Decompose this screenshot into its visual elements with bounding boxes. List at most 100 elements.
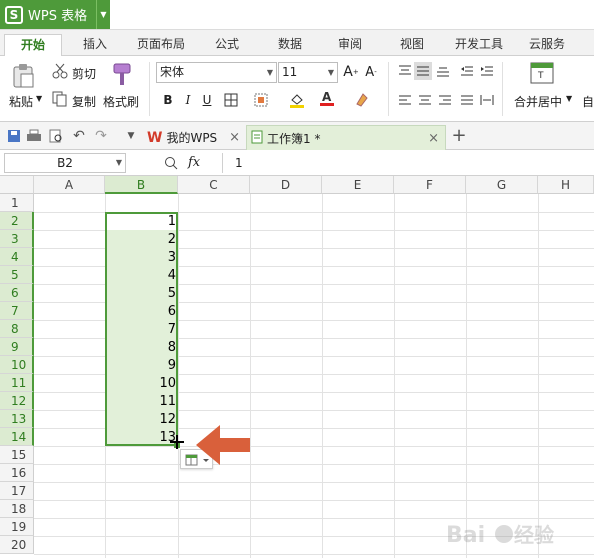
- copy-icon[interactable]: [52, 91, 68, 107]
- formula-input[interactable]: 1: [222, 153, 594, 173]
- cell-b2[interactable]: 1: [105, 213, 176, 231]
- cut-label[interactable]: 剪切: [72, 65, 96, 82]
- row-header[interactable]: 2: [0, 212, 34, 230]
- row-header[interactable]: 7: [0, 302, 34, 320]
- align-top-icon[interactable]: [396, 62, 414, 80]
- undo-icon[interactable]: ↶: [70, 127, 88, 145]
- align-left-icon[interactable]: [396, 91, 414, 109]
- chevron-down-icon[interactable]: ▼: [36, 94, 42, 103]
- row-header[interactable]: 5: [0, 266, 34, 284]
- font-color-icon[interactable]: A: [318, 89, 336, 107]
- clear-format-icon[interactable]: [352, 91, 370, 109]
- row-header[interactable]: 10: [0, 356, 34, 374]
- row-header[interactable]: 4: [0, 248, 34, 266]
- chevron-down-icon[interactable]: ▼: [96, 0, 110, 29]
- justify-icon[interactable]: [458, 91, 476, 109]
- cell-b5[interactable]: 4: [105, 267, 176, 285]
- align-right-icon[interactable]: [436, 91, 454, 109]
- tab-page-layout[interactable]: 页面布局: [130, 34, 192, 56]
- increase-font-icon[interactable]: A +: [342, 63, 360, 81]
- column-header-b[interactable]: B: [105, 176, 178, 194]
- font-name-select[interactable]: 宋体 ▼: [156, 62, 277, 83]
- row-header[interactable]: 16: [0, 464, 34, 482]
- underline-icon[interactable]: U: [198, 91, 216, 109]
- cell-b14[interactable]: 13: [105, 429, 176, 447]
- tab-workbook1[interactable]: 工作簿1 * ×: [246, 125, 446, 150]
- app-menu-button[interactable]: S WPS 表格 ▼: [0, 0, 110, 29]
- distributed-icon[interactable]: [478, 91, 496, 109]
- spreadsheet-grid[interactable]: A B C D E F G H 1 2 3 4 5 6 7 8 9 10 11 …: [0, 176, 594, 558]
- row-header[interactable]: 14: [0, 428, 34, 446]
- cell-b3[interactable]: 2: [105, 231, 176, 249]
- italic-icon[interactable]: I: [179, 91, 197, 109]
- cell-b4[interactable]: 3: [105, 249, 176, 267]
- merge-cells-icon[interactable]: [252, 91, 270, 109]
- row-header[interactable]: 8: [0, 320, 34, 338]
- column-header-e[interactable]: E: [322, 176, 394, 194]
- decrease-indent-icon[interactable]: [458, 62, 476, 80]
- column-header-a[interactable]: A: [34, 176, 105, 194]
- add-tab-button[interactable]: +: [450, 125, 468, 146]
- column-header-f[interactable]: F: [394, 176, 466, 194]
- column-header-d[interactable]: D: [250, 176, 322, 194]
- increase-indent-icon[interactable]: [478, 62, 496, 80]
- cell-b11[interactable]: 10: [105, 375, 176, 393]
- cell-b12[interactable]: 11: [105, 393, 176, 411]
- tab-view[interactable]: 视图: [390, 34, 434, 56]
- copy-label[interactable]: 复制: [72, 93, 96, 110]
- auto-wrap-label[interactable]: 自: [582, 93, 594, 110]
- fill-color-icon[interactable]: [288, 91, 306, 109]
- scissors-icon[interactable]: [52, 63, 68, 79]
- paste-label[interactable]: 粘贴: [9, 93, 33, 110]
- tab-review[interactable]: 审阅: [328, 34, 372, 56]
- row-header[interactable]: 15: [0, 446, 34, 464]
- tab-developer[interactable]: 开发工具: [448, 34, 510, 56]
- column-header-g[interactable]: G: [466, 176, 538, 194]
- column-header-h[interactable]: H: [538, 176, 594, 194]
- row-header[interactable]: 9: [0, 338, 34, 356]
- borders-icon[interactable]: [222, 91, 240, 109]
- bold-icon[interactable]: B: [159, 91, 177, 109]
- cell-b8[interactable]: 7: [105, 321, 176, 339]
- select-all-corner[interactable]: [0, 176, 34, 194]
- print-preview-icon[interactable]: [47, 127, 65, 145]
- decrease-font-icon[interactable]: A-: [362, 63, 380, 81]
- tab-my-wps[interactable]: W 我的WPS ×: [143, 125, 246, 150]
- close-icon[interactable]: ×: [428, 131, 439, 146]
- chevron-down-icon[interactable]: ▼: [566, 94, 572, 103]
- row-header[interactable]: 19: [0, 518, 34, 536]
- column-header-c[interactable]: C: [178, 176, 250, 194]
- paste-icon[interactable]: [10, 62, 36, 90]
- row-header[interactable]: 3: [0, 230, 34, 248]
- name-box[interactable]: B2 ▼: [4, 153, 126, 173]
- font-size-select[interactable]: 11 ▼: [278, 62, 338, 83]
- cell-b9[interactable]: 8: [105, 339, 176, 357]
- merge-center-icon[interactable]: T: [530, 62, 554, 84]
- row-header[interactable]: 18: [0, 500, 34, 518]
- tab-cloud-services[interactable]: 云服务: [522, 34, 572, 56]
- tab-formulas[interactable]: 公式: [205, 34, 249, 56]
- row-header[interactable]: 12: [0, 392, 34, 410]
- zoom-search-icon[interactable]: [162, 154, 180, 172]
- fx-icon[interactable]: fx: [188, 155, 200, 170]
- close-icon[interactable]: ×: [229, 130, 240, 145]
- format-painter-icon[interactable]: [110, 61, 134, 87]
- cell-b10[interactable]: 9: [105, 357, 176, 375]
- cell-b6[interactable]: 5: [105, 285, 176, 303]
- save-icon[interactable]: [5, 127, 23, 145]
- chevron-down-icon[interactable]: ▼: [122, 127, 140, 145]
- row-header[interactable]: 1: [0, 194, 34, 212]
- row-header[interactable]: 17: [0, 482, 34, 500]
- format-painter-label[interactable]: 格式刷: [103, 93, 139, 110]
- align-middle-icon[interactable]: [414, 62, 432, 80]
- row-header[interactable]: 11: [0, 374, 34, 392]
- cell-b13[interactable]: 12: [105, 411, 176, 429]
- merge-center-label[interactable]: 合并居中: [514, 93, 562, 110]
- row-header[interactable]: 13: [0, 410, 34, 428]
- print-icon[interactable]: [25, 127, 43, 145]
- align-bottom-icon[interactable]: [434, 62, 452, 80]
- row-header[interactable]: 6: [0, 284, 34, 302]
- row-header[interactable]: 20: [0, 536, 34, 554]
- tab-insert[interactable]: 插入: [70, 34, 120, 56]
- tab-home[interactable]: 开始: [4, 34, 62, 56]
